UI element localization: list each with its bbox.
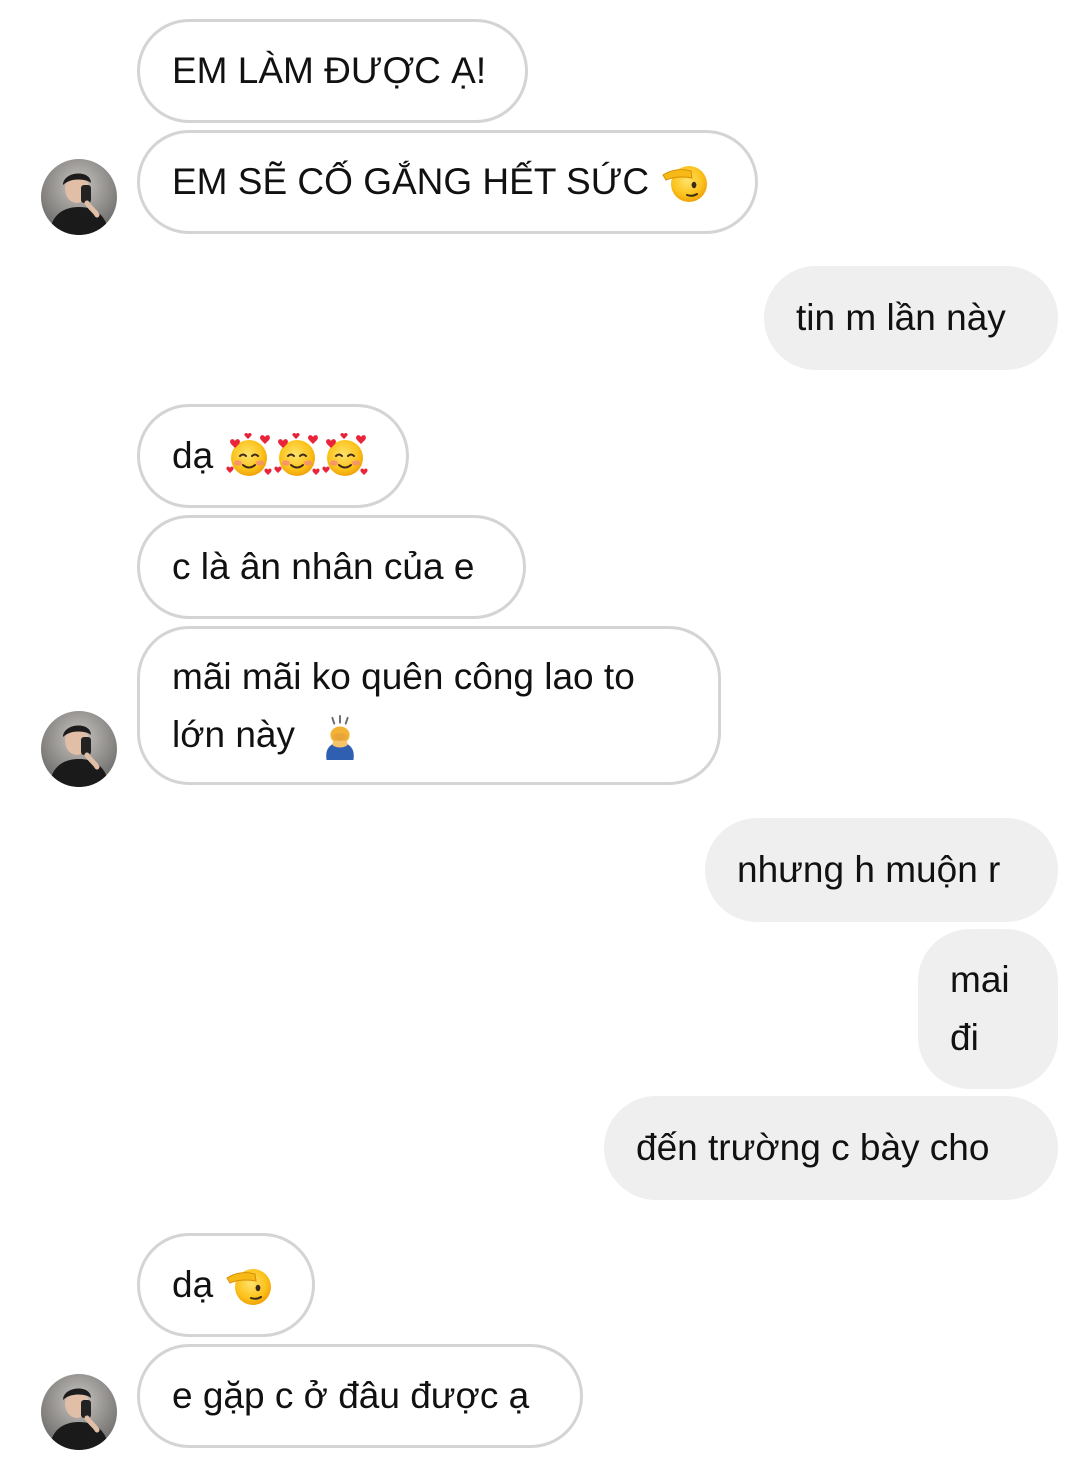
message-bubble-incoming[interactable]: EM SẼ CỐ GẮNG HẾT SỨC xyxy=(137,130,758,234)
message-bubble-incoming[interactable]: EM LÀM ĐƯỢC Ạ! xyxy=(137,19,528,123)
bowing-person-icon xyxy=(317,712,363,762)
message-bubble-incoming[interactable]: c là ân nhân của e xyxy=(137,515,526,619)
message-text: c là ân nhân của e xyxy=(172,546,475,587)
avatar[interactable] xyxy=(41,159,117,235)
saluting-face-icon xyxy=(661,158,709,206)
message-text-line: mai xyxy=(950,959,1010,1000)
message-text: EM LÀM ĐƯỢC Ạ! xyxy=(172,50,487,91)
message-text: tin m lần này xyxy=(796,297,1006,338)
message-text-line: đi xyxy=(950,1017,979,1058)
smiling-face-with-hearts-icon xyxy=(273,432,321,480)
message-text-line: lớn này xyxy=(172,706,363,764)
message-text: lớn này xyxy=(172,713,295,755)
message-text: đến trường c bày cho xyxy=(636,1127,990,1168)
message-text: dạ xyxy=(172,1264,214,1305)
avatar[interactable] xyxy=(41,1374,117,1450)
message-text: nhưng h muộn r xyxy=(737,849,1001,890)
message-text: EM SẼ CỐ GẮNG HẾT SỨC xyxy=(172,161,650,202)
message-bubble-incoming[interactable]: dạ xyxy=(137,404,409,508)
message-bubble-incoming[interactable]: e gặp c ở đâu được ạ xyxy=(137,1344,583,1448)
message-bubble-outgoing[interactable]: mai đi xyxy=(918,929,1058,1089)
saluting-face-icon xyxy=(225,1261,273,1309)
avatar-image xyxy=(41,1374,117,1450)
avatar-image xyxy=(41,711,117,787)
message-text: e gặp c ở đâu được ạ xyxy=(172,1375,530,1416)
smiling-face-with-hearts-icon xyxy=(225,432,273,480)
message-bubble-incoming[interactable]: dạ xyxy=(137,1233,315,1337)
avatar[interactable] xyxy=(41,711,117,787)
message-text: dạ xyxy=(172,435,214,476)
message-bubble-outgoing[interactable]: đến trường c bày cho xyxy=(604,1096,1058,1200)
message-bubble-outgoing[interactable]: nhưng h muộn r xyxy=(705,818,1058,922)
message-bubble-outgoing[interactable]: tin m lần này xyxy=(764,266,1058,370)
smiling-face-with-hearts-icon xyxy=(321,432,369,480)
message-bubble-incoming[interactable]: mãi mãi ko quên công lao to lớn này xyxy=(137,626,721,785)
avatar-image xyxy=(41,159,117,235)
message-text-line: mãi mãi ko quên công lao to xyxy=(172,655,635,697)
